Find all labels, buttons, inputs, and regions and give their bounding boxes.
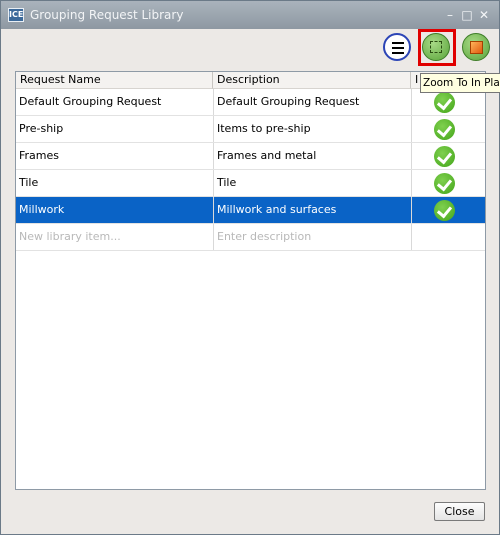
grouping-request-library-window: ICE Grouping Request Library – □ ✕ Reque… — [0, 0, 500, 535]
zoom-to-in-plan-icon — [430, 41, 442, 53]
included-cell[interactable] — [411, 197, 485, 223]
zoom-tooltip: Zoom To In Plan — [420, 73, 500, 93]
column-header-request-name[interactable]: Request Name — [16, 72, 213, 89]
checkmark-icon[interactable] — [434, 200, 455, 221]
checkmark-icon[interactable] — [434, 146, 455, 167]
zoom-to-in-plan-button[interactable] — [422, 33, 450, 61]
description-cell[interactable]: Items to pre-ship — [213, 116, 411, 142]
table-row[interactable]: Pre-ship Items to pre-ship — [16, 116, 485, 143]
hamburger-menu-icon — [392, 42, 404, 44]
3d-cube-icon — [469, 40, 483, 54]
description-cell[interactable]: Millwork and surfaces — [213, 197, 411, 223]
checkmark-icon[interactable] — [434, 173, 455, 194]
request-library-table: Request Name Description I Default Group… — [15, 71, 486, 490]
app-icon: ICE — [8, 8, 24, 22]
window-title: Grouping Request Library — [30, 8, 184, 22]
new-description-input[interactable]: Enter description — [213, 224, 411, 250]
request-name-cell[interactable]: Tile — [16, 170, 213, 196]
included-cell[interactable] — [411, 116, 485, 142]
new-library-item-input[interactable]: New library item... — [16, 224, 213, 250]
close-window-icon[interactable]: ✕ — [478, 9, 490, 21]
title-bar[interactable]: ICE Grouping Request Library – □ ✕ — [1, 1, 499, 29]
request-name-cell[interactable]: Default Grouping Request — [16, 89, 213, 115]
checkmark-icon[interactable] — [434, 119, 455, 140]
menu-button[interactable] — [383, 33, 411, 61]
table-row[interactable]: Frames Frames and metal — [16, 143, 485, 170]
description-cell[interactable]: Frames and metal — [213, 143, 411, 169]
maximize-icon[interactable]: □ — [461, 9, 473, 21]
new-included-cell[interactable] — [411, 224, 485, 250]
column-header-description[interactable]: Description — [213, 72, 411, 89]
description-cell[interactable]: Default Grouping Request — [213, 89, 411, 115]
included-cell[interactable] — [411, 170, 485, 196]
request-name-cell[interactable]: Pre-ship — [16, 116, 213, 142]
table-row[interactable]: Tile Tile — [16, 170, 485, 197]
included-cell[interactable] — [411, 143, 485, 169]
close-button[interactable]: Close — [434, 502, 485, 521]
new-item-row[interactable]: New library item... Enter description — [16, 224, 485, 251]
table-row-selected[interactable]: Millwork Millwork and surfaces — [16, 197, 485, 224]
3d-view-button[interactable] — [462, 33, 490, 61]
request-name-cell[interactable]: Millwork — [16, 197, 213, 223]
description-cell[interactable]: Tile — [213, 170, 411, 196]
minimize-icon[interactable]: – — [444, 9, 456, 21]
request-name-cell[interactable]: Frames — [16, 143, 213, 169]
checkmark-icon[interactable] — [434, 92, 455, 113]
table-row[interactable]: Default Grouping Request Default Groupin… — [16, 89, 485, 116]
